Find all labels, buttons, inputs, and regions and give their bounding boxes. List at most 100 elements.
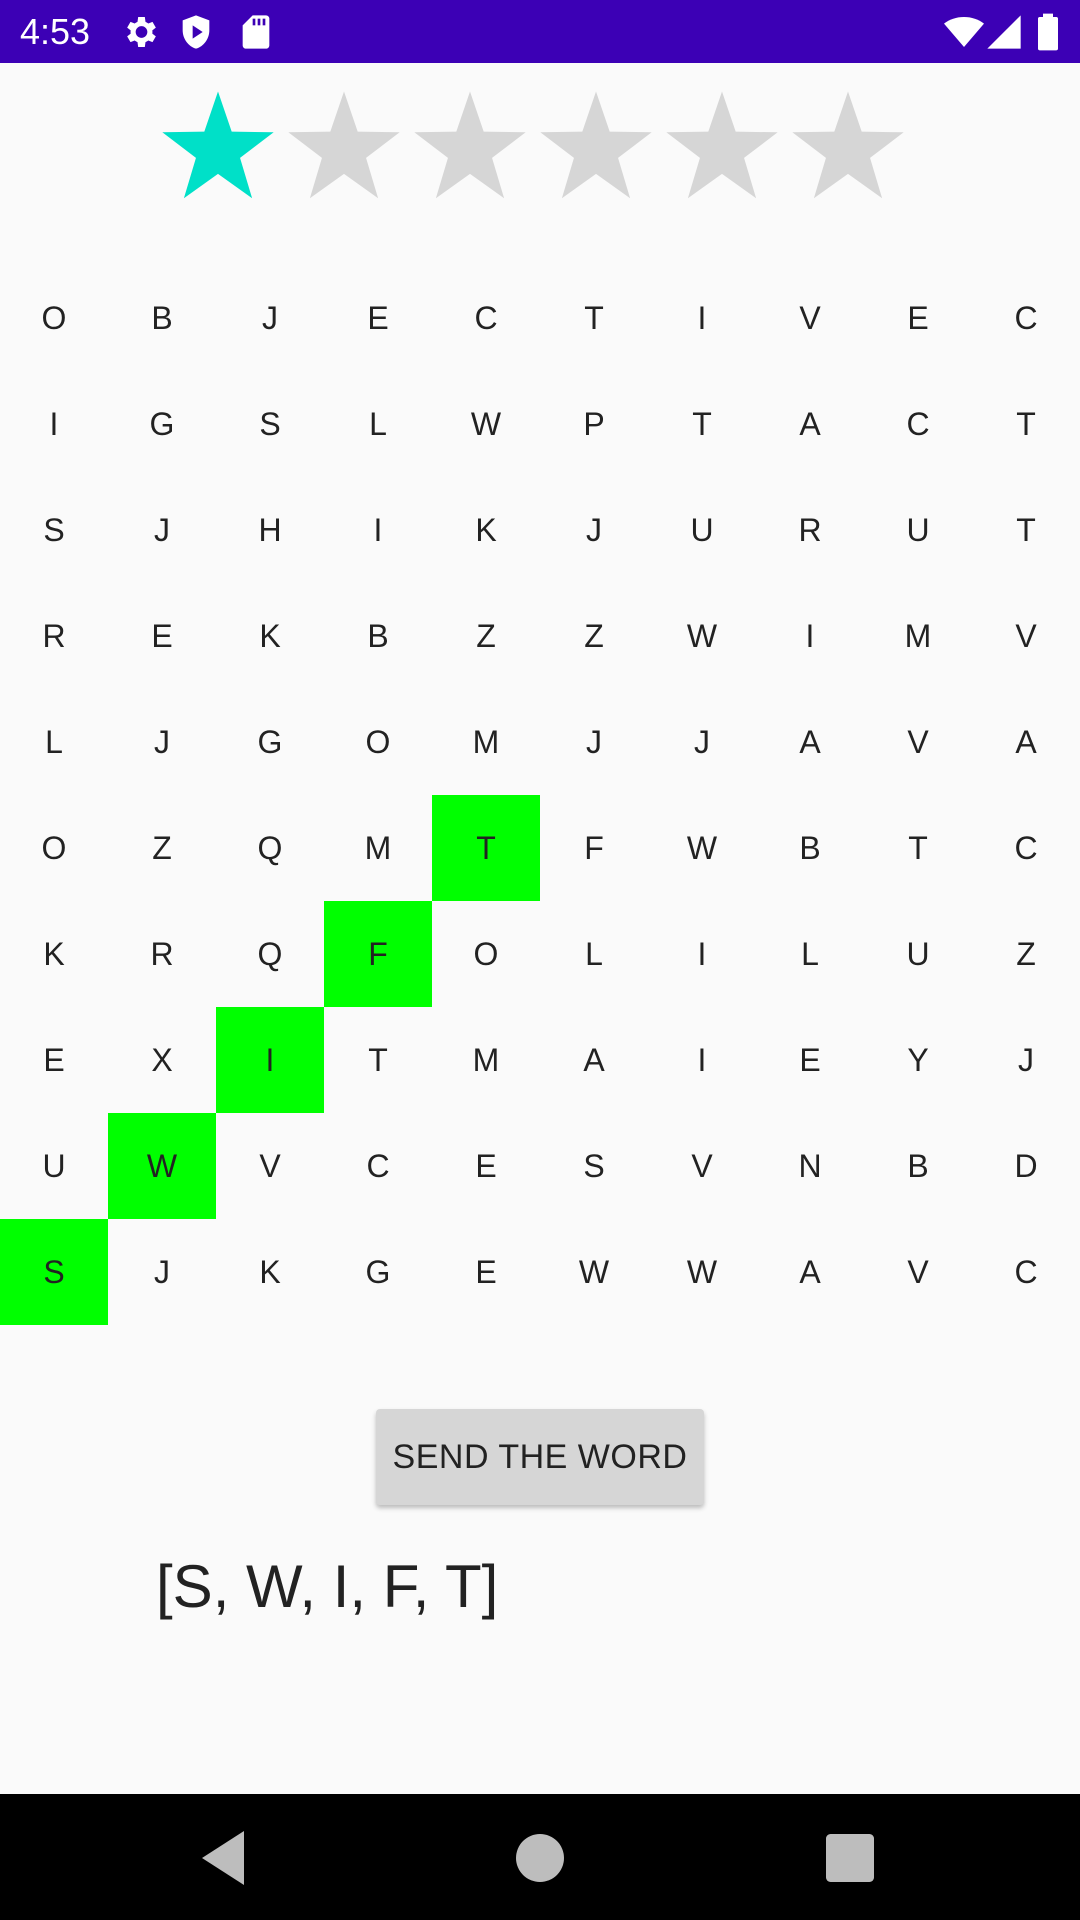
- grid-cell[interactable]: I: [216, 1007, 324, 1113]
- grid-cell[interactable]: J: [216, 265, 324, 371]
- grid-cell[interactable]: S: [216, 371, 324, 477]
- grid-cell[interactable]: M: [432, 1007, 540, 1113]
- grid-cell[interactable]: I: [324, 477, 432, 583]
- grid-cell[interactable]: M: [864, 583, 972, 689]
- grid-cell[interactable]: J: [108, 477, 216, 583]
- grid-cell[interactable]: M: [432, 689, 540, 795]
- grid-cell[interactable]: K: [216, 583, 324, 689]
- grid-cell[interactable]: J: [540, 689, 648, 795]
- grid-cell[interactable]: I: [0, 371, 108, 477]
- grid-cell[interactable]: J: [972, 1007, 1080, 1113]
- grid-cell[interactable]: G: [324, 1219, 432, 1325]
- grid-cell[interactable]: K: [0, 901, 108, 1007]
- grid-cell[interactable]: Z: [540, 583, 648, 689]
- grid-cell[interactable]: Z: [432, 583, 540, 689]
- grid-cell[interactable]: E: [756, 1007, 864, 1113]
- grid-cell[interactable]: O: [432, 901, 540, 1007]
- grid-cell[interactable]: E: [432, 1219, 540, 1325]
- grid-cell[interactable]: B: [324, 583, 432, 689]
- grid-cell[interactable]: E: [108, 583, 216, 689]
- grid-cell[interactable]: R: [756, 477, 864, 583]
- star-empty-icon[interactable]: [538, 88, 654, 204]
- grid-cell[interactable]: R: [0, 583, 108, 689]
- grid-cell[interactable]: F: [324, 901, 432, 1007]
- grid-cell[interactable]: T: [972, 477, 1080, 583]
- grid-cell[interactable]: O: [0, 795, 108, 901]
- grid-cell[interactable]: E: [324, 265, 432, 371]
- recents-icon[interactable]: [814, 1822, 886, 1894]
- grid-cell[interactable]: J: [108, 689, 216, 795]
- grid-cell[interactable]: G: [108, 371, 216, 477]
- letter-grid[interactable]: OBJECTIVECIGSLWPTACTSJHIKJURUTREKBZZWIMV…: [0, 265, 1080, 1325]
- grid-cell[interactable]: I: [648, 901, 756, 1007]
- grid-cell[interactable]: U: [648, 477, 756, 583]
- grid-cell[interactable]: E: [864, 265, 972, 371]
- grid-cell[interactable]: L: [540, 901, 648, 1007]
- grid-cell[interactable]: X: [108, 1007, 216, 1113]
- grid-cell[interactable]: D: [972, 1113, 1080, 1219]
- grid-cell[interactable]: Q: [216, 795, 324, 901]
- grid-cell[interactable]: W: [648, 583, 756, 689]
- star-empty-icon[interactable]: [664, 88, 780, 204]
- grid-cell[interactable]: Y: [864, 1007, 972, 1113]
- grid-cell[interactable]: F: [540, 795, 648, 901]
- grid-cell[interactable]: C: [864, 371, 972, 477]
- star-rating[interactable]: [160, 88, 920, 208]
- grid-cell[interactable]: B: [108, 265, 216, 371]
- grid-cell[interactable]: S: [540, 1113, 648, 1219]
- grid-cell[interactable]: L: [324, 371, 432, 477]
- grid-cell[interactable]: L: [0, 689, 108, 795]
- send-word-button[interactable]: SEND THE WORD: [376, 1409, 704, 1505]
- grid-cell[interactable]: V: [972, 583, 1080, 689]
- grid-cell[interactable]: W: [432, 371, 540, 477]
- grid-cell[interactable]: C: [432, 265, 540, 371]
- grid-cell[interactable]: L: [756, 901, 864, 1007]
- grid-cell[interactable]: T: [432, 795, 540, 901]
- grid-cell[interactable]: A: [540, 1007, 648, 1113]
- grid-cell[interactable]: C: [972, 1219, 1080, 1325]
- grid-cell[interactable]: A: [756, 1219, 864, 1325]
- grid-cell[interactable]: A: [756, 689, 864, 795]
- grid-cell[interactable]: C: [972, 795, 1080, 901]
- grid-cell[interactable]: V: [864, 1219, 972, 1325]
- grid-cell[interactable]: U: [864, 901, 972, 1007]
- grid-cell[interactable]: W: [108, 1113, 216, 1219]
- grid-cell[interactable]: Z: [108, 795, 216, 901]
- grid-cell[interactable]: O: [0, 265, 108, 371]
- grid-cell[interactable]: T: [648, 371, 756, 477]
- grid-cell[interactable]: V: [648, 1113, 756, 1219]
- home-icon[interactable]: [504, 1822, 576, 1894]
- grid-cell[interactable]: A: [972, 689, 1080, 795]
- grid-cell[interactable]: V: [864, 689, 972, 795]
- grid-cell[interactable]: W: [540, 1219, 648, 1325]
- back-icon[interactable]: [190, 1822, 262, 1894]
- grid-cell[interactable]: Q: [216, 901, 324, 1007]
- grid-cell[interactable]: W: [648, 795, 756, 901]
- grid-cell[interactable]: T: [540, 265, 648, 371]
- grid-cell[interactable]: V: [216, 1113, 324, 1219]
- grid-cell[interactable]: K: [432, 477, 540, 583]
- grid-cell[interactable]: B: [756, 795, 864, 901]
- grid-cell[interactable]: E: [0, 1007, 108, 1113]
- grid-cell[interactable]: M: [324, 795, 432, 901]
- grid-cell[interactable]: T: [864, 795, 972, 901]
- grid-cell[interactable]: I: [756, 583, 864, 689]
- grid-cell[interactable]: K: [216, 1219, 324, 1325]
- grid-cell[interactable]: E: [432, 1113, 540, 1219]
- grid-cell[interactable]: W: [648, 1219, 756, 1325]
- star-empty-icon[interactable]: [286, 88, 402, 204]
- grid-cell[interactable]: U: [0, 1113, 108, 1219]
- grid-cell[interactable]: Z: [972, 901, 1080, 1007]
- grid-cell[interactable]: S: [0, 1219, 108, 1325]
- grid-cell[interactable]: U: [864, 477, 972, 583]
- grid-cell[interactable]: R: [108, 901, 216, 1007]
- grid-cell[interactable]: G: [216, 689, 324, 795]
- grid-cell[interactable]: I: [648, 1007, 756, 1113]
- grid-cell[interactable]: J: [540, 477, 648, 583]
- grid-cell[interactable]: J: [648, 689, 756, 795]
- star-empty-icon[interactable]: [790, 88, 906, 204]
- grid-cell[interactable]: O: [324, 689, 432, 795]
- grid-cell[interactable]: I: [648, 265, 756, 371]
- grid-cell[interactable]: A: [756, 371, 864, 477]
- grid-cell[interactable]: P: [540, 371, 648, 477]
